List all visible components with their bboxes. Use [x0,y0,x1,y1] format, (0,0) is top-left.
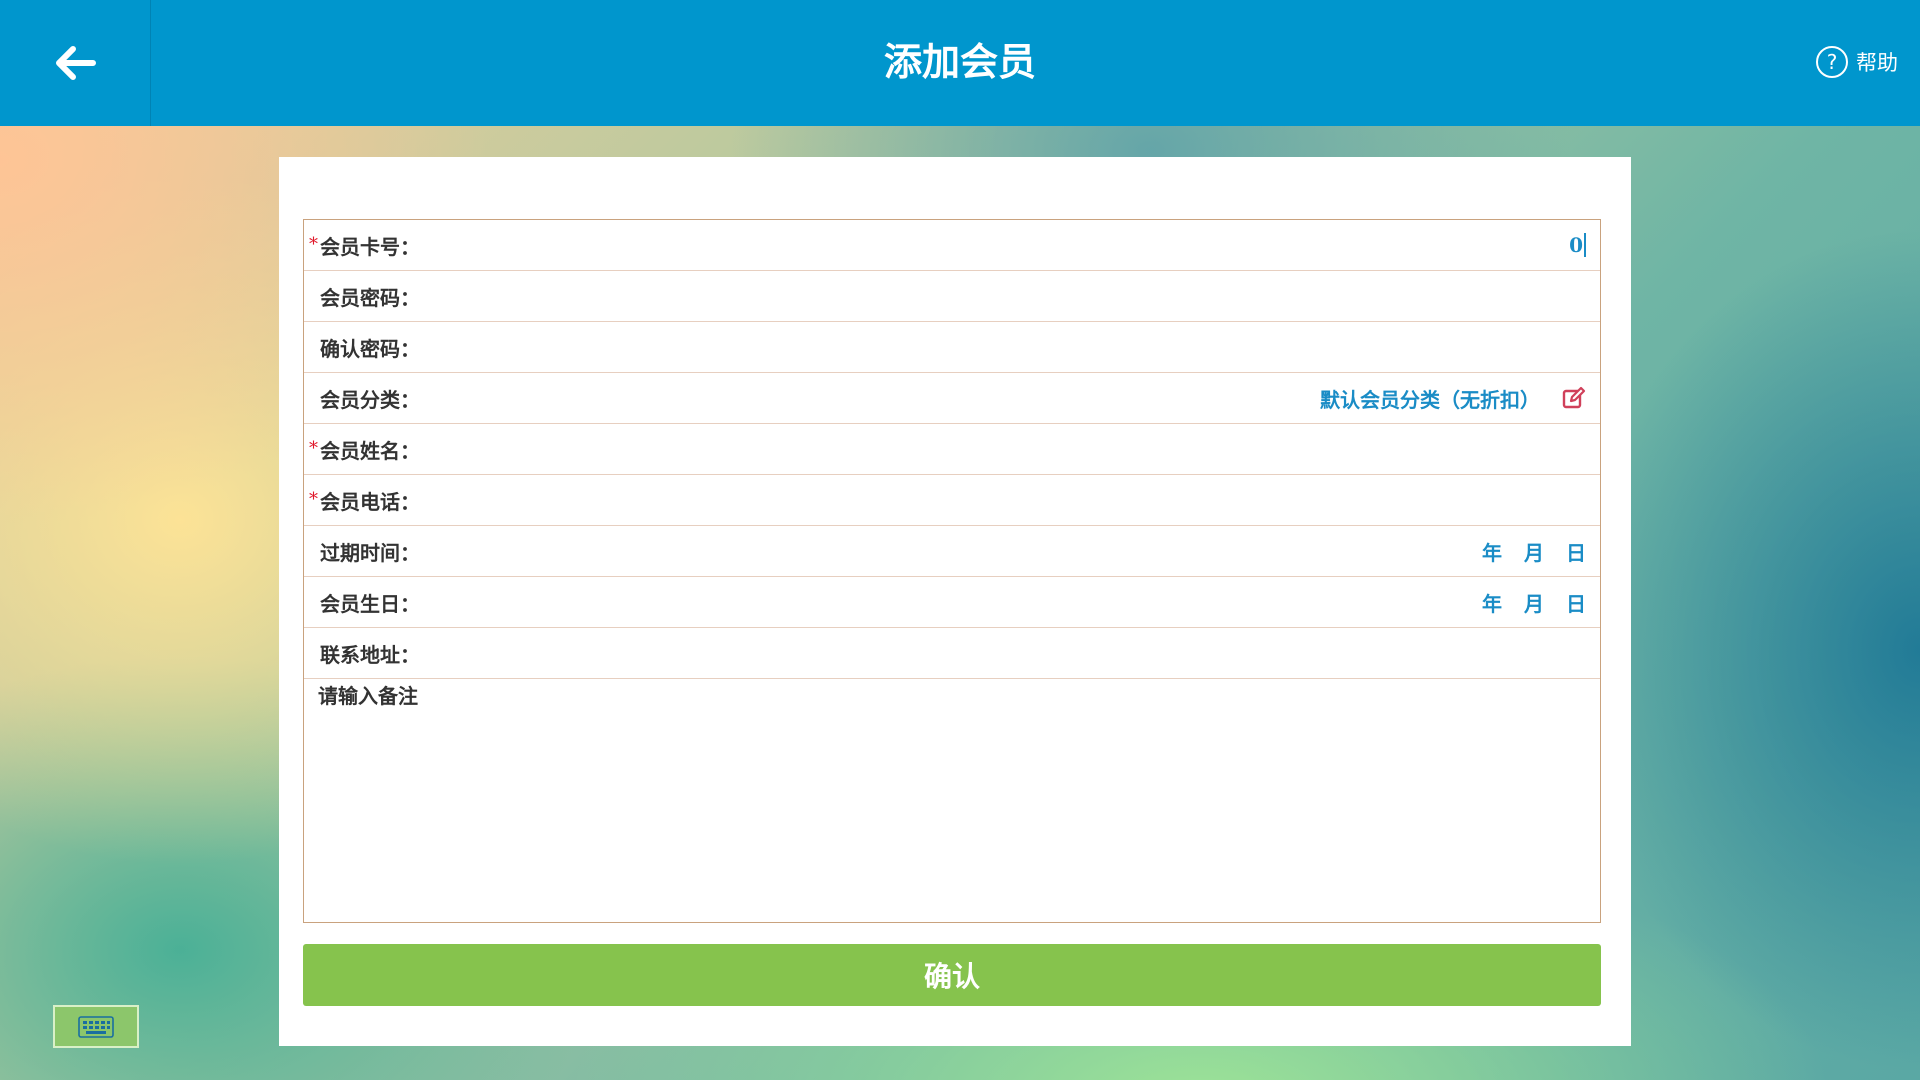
back-button[interactable] [0,0,151,126]
member-name-label: 会员姓名： [320,438,420,463]
member-phone-field[interactable]: * 会员电话： [304,475,1600,526]
member-category-select[interactable]: 默认会员分类（无折扣） [1320,384,1586,413]
expiry-year[interactable]: 年 [1482,537,1502,566]
help-button[interactable]: ? 帮助 [1816,44,1898,80]
edit-icon[interactable] [1562,386,1586,410]
address-field[interactable]: 联系地址： [304,628,1600,679]
birthday-field[interactable]: 会员生日： 年 月 日 [304,577,1600,628]
card-number-value: 0 [1569,233,1586,257]
arrow-left-icon [56,46,96,80]
expiry-month[interactable]: 月 [1524,537,1544,566]
expiry-day[interactable]: 日 [1566,537,1586,566]
required-mark: * [309,489,318,510]
required-mark: * [309,438,318,459]
required-mark: * [309,234,318,255]
address-label: 联系地址： [320,642,420,667]
birthday-label: 会员生日： [320,591,420,616]
question-circle-icon: ? [1816,46,1848,78]
remarks-textarea[interactable]: 请输入备注 [318,680,1578,910]
card-number-input[interactable]: 0 [1569,233,1586,257]
help-label: 帮助 [1856,51,1898,75]
birthday-day[interactable]: 日 [1566,588,1586,617]
member-category-label: 会员分类： [320,387,420,412]
member-category-field[interactable]: 会员分类： 默认会员分类（无折扣） [304,373,1600,424]
expiry-date-field[interactable]: 过期时间： 年 月 日 [304,526,1600,577]
confirm-password-field[interactable]: 确认密码： [304,322,1600,373]
remarks-placeholder: 请输入备注 [318,684,418,708]
password-field[interactable]: 会员密码： [304,271,1600,322]
member-phone-label: 会员电话： [320,489,420,514]
member-category-value: 默认会员分类（无折扣） [1320,387,1540,412]
confirm-button[interactable]: 确认 [303,944,1601,1006]
member-form-card: * 会员卡号： 0 会员密码： 确认密码： 会员分类： 默认会员分类（无折扣） … [279,157,1631,1046]
keyboard-toggle-button[interactable] [53,1005,139,1048]
birthday-month[interactable]: 月 [1524,588,1544,617]
confirm-password-label: 确认密码： [320,336,420,361]
keyboard-icon [78,1015,114,1038]
page-title: 添加会员 [883,39,1036,84]
app-header: 添加会员 ? 帮助 [0,0,1920,126]
birthday-picker[interactable]: 年 月 日 [1482,588,1586,617]
birthday-year[interactable]: 年 [1482,588,1502,617]
expiry-date-label: 过期时间： [320,540,420,565]
card-number-label: 会员卡号： [320,234,420,259]
password-label: 会员密码： [320,285,420,310]
member-name-field[interactable]: * 会员姓名： [304,424,1600,475]
expiry-date-picker[interactable]: 年 月 日 [1482,537,1586,566]
member-form: * 会员卡号： 0 会员密码： 确认密码： 会员分类： 默认会员分类（无折扣） … [303,219,1601,923]
card-number-field[interactable]: * 会员卡号： 0 [304,220,1600,271]
